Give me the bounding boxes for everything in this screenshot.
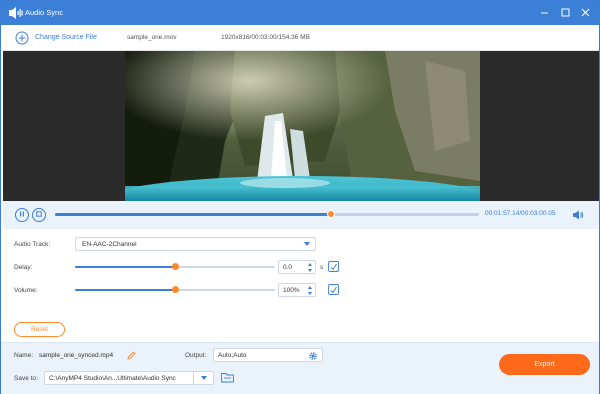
video-preview (3, 51, 599, 201)
chevron-down-icon (201, 376, 207, 380)
edit-icon[interactable] (127, 351, 136, 362)
title-bar: Audio Sync (1, 1, 599, 25)
delay-label: Delay: (14, 264, 33, 271)
stop-icon (36, 211, 42, 219)
output-format-value: Auto;Auto (218, 352, 247, 359)
delay-slider-fill (75, 266, 175, 268)
playback-progress-thumb[interactable] (326, 210, 335, 218)
close-button[interactable] (578, 6, 592, 20)
audio-track-select[interactable]: EN-AAC-2Channel (75, 237, 316, 251)
volume-decrease-icon[interactable] (308, 292, 312, 295)
playback-time: 00:01:57.14/00:03:00.05 (485, 210, 556, 217)
delay-slider[interactable] (75, 263, 275, 270)
close-icon (581, 8, 590, 19)
playback-progress-fill (55, 213, 331, 216)
delay-slider-thumb[interactable] (171, 263, 179, 270)
pause-icon (19, 211, 25, 219)
save-path-dropdown[interactable] (193, 372, 213, 384)
source-bar: Change Source File sample_one.mov 1920x8… (1, 25, 599, 51)
volume-increase-icon[interactable] (308, 286, 312, 289)
audio-sync-app-icon (9, 7, 23, 19)
minimize-button[interactable] (537, 6, 551, 20)
source-file-name: sample_one.mov (127, 34, 177, 41)
volume-label: Volume: (14, 287, 38, 294)
save-path-value: C:\AnyMP4 Studio\An...Ultimate\Audio Syn… (49, 375, 176, 382)
delay-unit: s (320, 264, 324, 271)
gear-icon[interactable] (308, 351, 318, 363)
delay-sync-icon[interactable] (328, 261, 339, 272)
reset-button[interactable]: Reset (14, 322, 65, 337)
maximize-icon (561, 8, 570, 19)
delay-increase-icon[interactable] (308, 263, 312, 266)
volume-slider-thumb[interactable] (171, 286, 179, 293)
minimize-icon (540, 8, 549, 19)
volume-stepper[interactable]: 100% (278, 283, 316, 297)
volume-sync-icon[interactable] (328, 284, 339, 295)
name-label: Name: (14, 352, 34, 359)
add-icon[interactable] (15, 31, 29, 45)
playback-bar: 00:01:57.14/00:03:00.05 (3, 201, 599, 229)
save-to-label: Save to: (14, 375, 38, 382)
audio-track-value: EN-AAC-2Channel (82, 241, 137, 248)
export-button[interactable]: Export (499, 354, 590, 375)
volume-slider-fill (75, 289, 175, 291)
window-title: Audio Sync (25, 8, 63, 17)
output-label: Output: (185, 352, 207, 359)
volume-value: 100% (283, 287, 300, 294)
delay-value: 0.0 (283, 264, 293, 271)
folder-icon[interactable] (221, 372, 234, 385)
change-source-file-button[interactable]: Change Source File (35, 34, 97, 41)
stop-button[interactable] (32, 208, 46, 222)
playback-progress-slider[interactable] (55, 210, 479, 218)
output-file-name[interactable]: sample_one_synced.mp4 (39, 352, 113, 359)
audio-track-label: Audio Track: (14, 241, 51, 248)
video-frame-waterfall (125, 51, 480, 201)
source-file-info: 1920x816/00:03:00/154.36 MB (221, 34, 310, 41)
volume-icon[interactable] (571, 208, 585, 222)
save-path-field[interactable]: C:\AnyMP4 Studio\An...Ultimate\Audio Syn… (44, 371, 214, 385)
delay-decrease-icon[interactable] (308, 269, 312, 272)
volume-slider[interactable] (75, 286, 275, 293)
delay-stepper[interactable]: 0.0 (278, 260, 316, 274)
audio-sync-window: Audio Sync Change Source File sample_one… (0, 0, 600, 394)
output-format-field[interactable]: Auto;Auto (213, 348, 323, 362)
pause-button[interactable] (15, 208, 29, 222)
chevron-down-icon (304, 242, 310, 246)
maximize-button[interactable] (558, 6, 572, 20)
